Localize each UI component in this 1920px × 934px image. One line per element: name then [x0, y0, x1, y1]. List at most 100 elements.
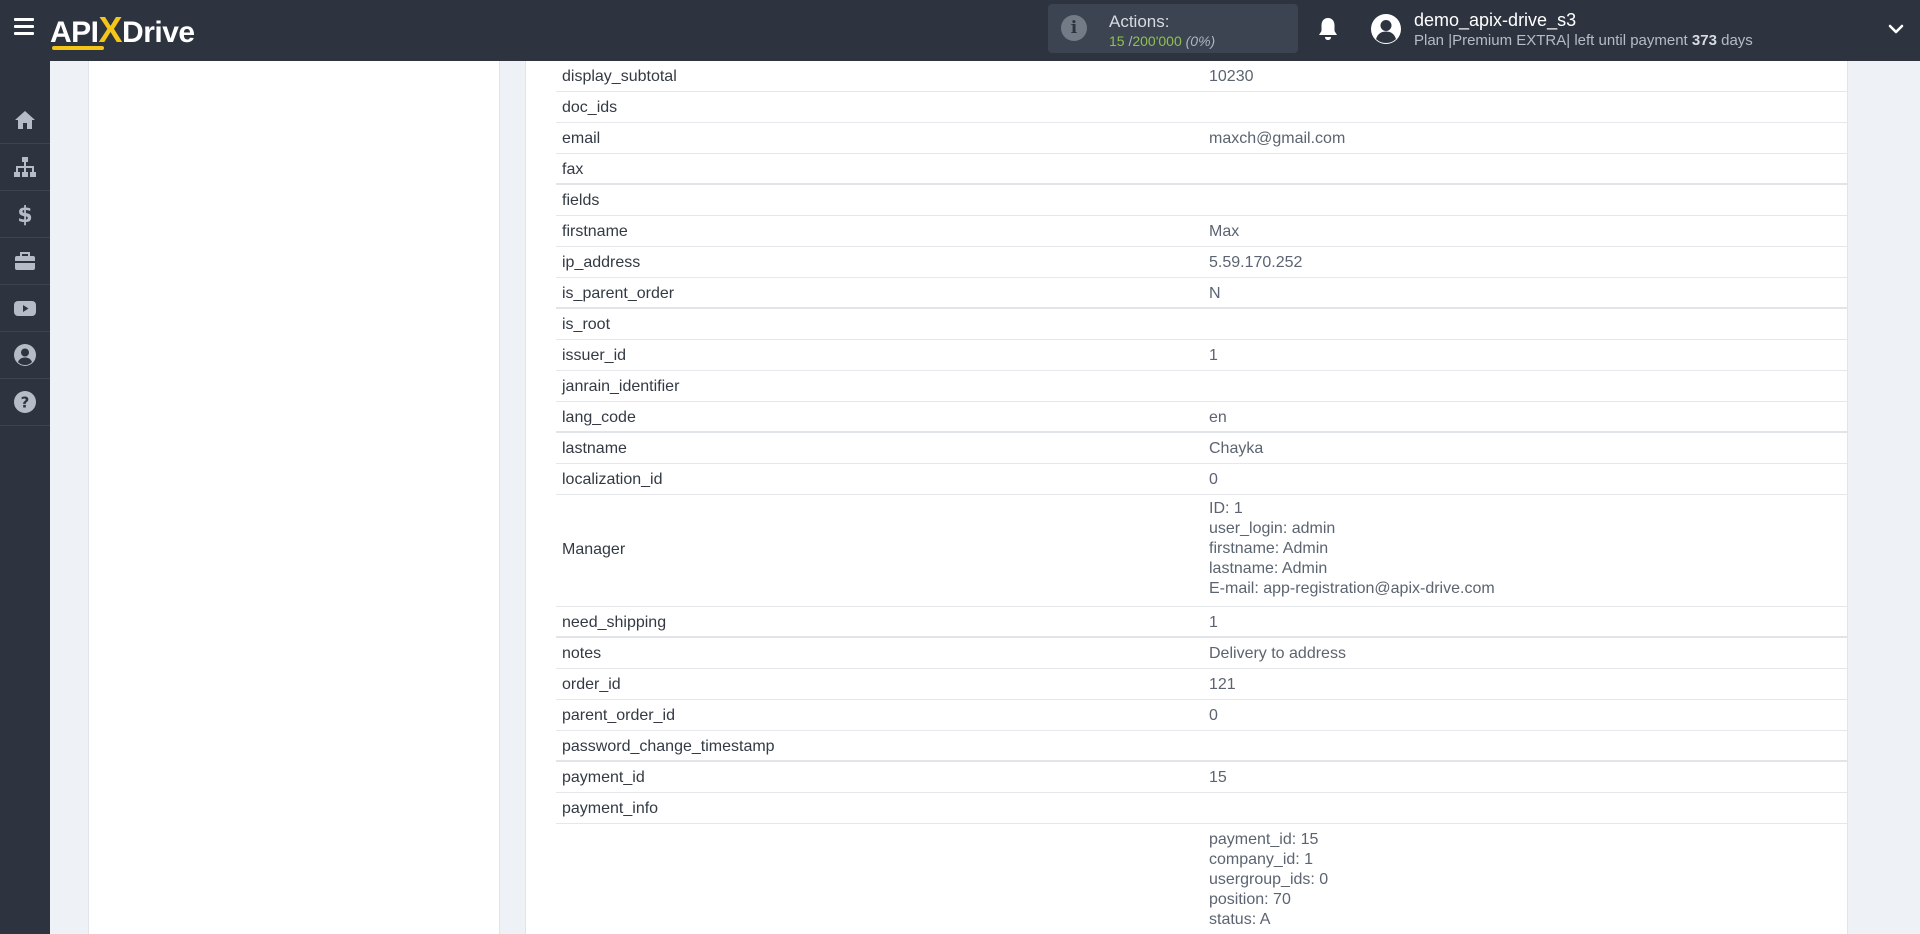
manager-line: E-mail: app-registration@apix-drive.com [1209, 580, 1495, 597]
field-key: need_shipping [562, 614, 667, 631]
plan-days-suffix: days [1721, 32, 1753, 49]
user-circle-icon [14, 344, 36, 366]
sidebar-item-connections[interactable] [0, 144, 50, 191]
sidebar-item-profile[interactable] [0, 332, 50, 379]
field-key: fields [562, 192, 600, 209]
table-row: fax [556, 154, 1847, 185]
field-value: 0 [1209, 471, 1218, 488]
field-value: Delivery to address [1209, 645, 1346, 662]
field-value: 1 [1209, 614, 1218, 631]
table-row: janrain_identifier [556, 371, 1847, 402]
logo-text-x: X [98, 9, 123, 50]
briefcase-icon [15, 252, 35, 270]
field-value: 1 [1209, 347, 1218, 364]
table-row: firstname Max [556, 216, 1847, 247]
field-key: Manager [562, 541, 626, 558]
field-key: lastname [562, 440, 627, 457]
field-key: parent_order_id [562, 707, 675, 724]
table-row: password_change_timestamp [556, 731, 1847, 762]
plan-text: Plan |Premium EXTRA| left until payment [1414, 32, 1688, 49]
sidebar: $ ? [0, 61, 50, 934]
bell-icon[interactable] [1316, 16, 1340, 42]
field-value-multiline: ID: 1 user_login: admin firstname: Admin… [1209, 499, 1495, 599]
svg-text:$: $ [17, 203, 32, 226]
field-key: lang_code [562, 409, 636, 426]
field-key: password_change_timestamp [562, 738, 775, 755]
table-row: is_root [556, 309, 1847, 340]
apix-drive-logo[interactable]: APIXDrive [50, 10, 195, 50]
logo-underline [52, 46, 104, 50]
sitemap-icon [14, 157, 36, 177]
table-row: payment_info [556, 793, 1847, 824]
sidebar-item-help[interactable]: ? [0, 379, 50, 426]
main-panel: display_subtotal 10230 doc_ids email max… [525, 61, 1848, 934]
info-icon: i [1061, 15, 1087, 41]
left-panel [88, 61, 500, 934]
table-row: is_parent_order N [556, 278, 1847, 309]
payment-line: company_id: 1 [1209, 851, 1314, 868]
field-key: display_subtotal [562, 68, 677, 85]
logo-text-api: API [50, 16, 99, 49]
manager-line: firstname: Admin [1209, 540, 1329, 557]
sidebar-item-videos[interactable] [0, 285, 50, 332]
table-row: fields [556, 185, 1847, 216]
table-row-payment-details: payment_id: 15 company_id: 1 usergroup_i… [556, 824, 1847, 934]
manager-line: user_login: admin [1209, 520, 1336, 537]
field-key: doc_ids [562, 99, 618, 116]
field-key: order_id [562, 676, 621, 693]
field-value: Max [1209, 223, 1240, 240]
plan-days: 373 [1691, 32, 1717, 49]
chevron-down-icon[interactable] [1887, 20, 1905, 38]
user-avatar-icon[interactable] [1370, 13, 1402, 45]
manager-line: ID: 1 [1209, 500, 1243, 517]
field-key: email [562, 130, 601, 147]
sidebar-item-billing[interactable]: $ [0, 191, 50, 238]
dollar-icon: $ [17, 203, 32, 226]
table-row-manager: Manager ID: 1 user_login: admin firstnam… [556, 495, 1847, 607]
table-row: need_shipping 1 [556, 607, 1847, 638]
field-value: 10230 [1209, 68, 1254, 85]
field-value: 0 [1209, 707, 1218, 724]
field-value: maxch@gmail.com [1209, 130, 1346, 147]
plan-info: Plan |Premium EXTRA| left until payment … [1414, 32, 1753, 49]
table-row: lastname Chayka [556, 433, 1847, 464]
field-key: firstname [562, 223, 628, 240]
fields-table: display_subtotal 10230 doc_ids email max… [556, 61, 1847, 934]
table-row: lang_code en [556, 402, 1847, 433]
table-row: order_id 121 [556, 669, 1847, 700]
table-row: parent_order_id 0 [556, 700, 1847, 731]
field-key: fax [562, 161, 584, 178]
field-value: en [1209, 409, 1227, 426]
payment-line: usergroup_ids: 0 [1209, 871, 1329, 888]
field-value: Chayka [1209, 440, 1264, 457]
field-value: 121 [1209, 676, 1236, 693]
table-row: display_subtotal 10230 [556, 61, 1847, 92]
actions-total: 200'000 [1132, 33, 1182, 49]
table-row: doc_ids [556, 92, 1847, 123]
field-key: localization_id [562, 471, 663, 488]
table-row: localization_id 0 [556, 464, 1847, 495]
field-value: N [1209, 285, 1221, 302]
field-key: payment_id [562, 769, 645, 786]
field-key: is_root [562, 316, 611, 333]
table-row: email maxch@gmail.com [556, 123, 1847, 154]
field-key: notes [562, 645, 602, 662]
table-row: ip_address 5.59.170.252 [556, 247, 1847, 278]
field-key: ip_address [562, 254, 641, 271]
svg-text:?: ? [21, 394, 30, 412]
sidebar-item-home[interactable] [0, 97, 50, 144]
payment-line: position: 70 [1209, 891, 1291, 908]
sidebar-item-services[interactable] [0, 238, 50, 285]
field-value: 15 [1209, 769, 1227, 786]
menu-toggle-icon[interactable] [14, 18, 34, 36]
field-value: 5.59.170.252 [1209, 254, 1303, 271]
user-name[interactable]: demo_apix-drive_s3 [1414, 10, 1576, 31]
question-circle-icon: ? [14, 391, 36, 413]
table-row: payment_id 15 [556, 762, 1847, 793]
actions-value: 15 /200'000 (0%) [1109, 33, 1215, 49]
logo-text-drive: Drive [122, 16, 195, 49]
actions-percent: (0%) [1185, 33, 1216, 49]
actions-counter[interactable]: i Actions: 15 /200'000 (0%) [1048, 4, 1298, 53]
actions-used: 15 [1109, 33, 1125, 49]
actions-label: Actions: [1109, 12, 1170, 31]
